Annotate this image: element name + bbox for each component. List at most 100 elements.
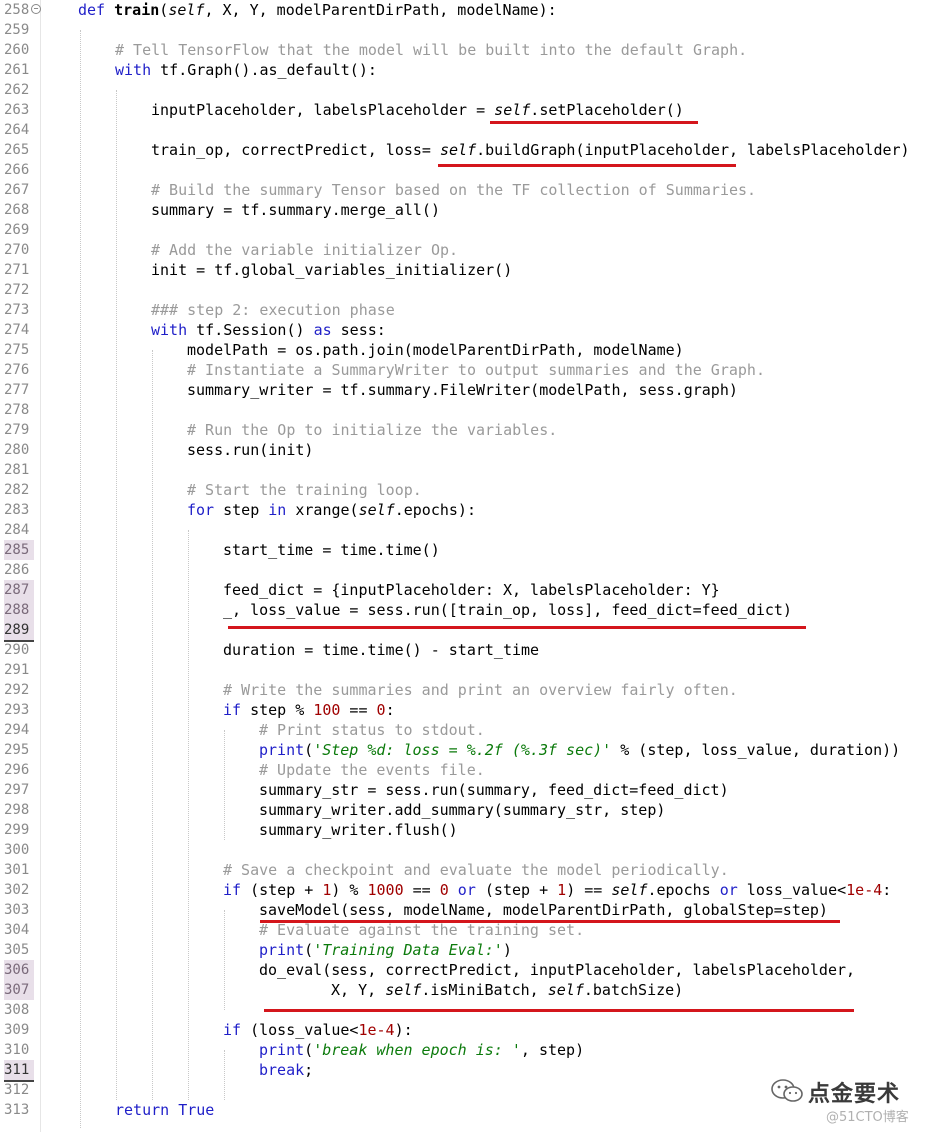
code-text: ( <box>159 1 169 19</box>
line-number: 299 <box>4 822 30 838</box>
code-line-271[interactable]: init = tf.global_variables_initializer() <box>151 260 512 280</box>
code-text: ): <box>394 1021 413 1039</box>
keyword: True <box>178 1101 215 1119</box>
self-keyword: self <box>611 881 648 899</box>
code-text: summary_writer.flush() <box>259 821 458 839</box>
keyword: or <box>448 881 476 899</box>
line-number: 283 <box>4 502 30 518</box>
line-number: 289 <box>4 620 34 642</box>
code-text: == <box>403 881 440 899</box>
code-line-299[interactable]: summary_writer.flush() <box>259 820 458 840</box>
code-line-294[interactable]: # Print status to stdout. <box>259 720 485 740</box>
comment: # Run the Op to initialize the variables… <box>187 421 558 439</box>
code-text: sess: <box>331 321 386 339</box>
line-number: 269 <box>4 222 30 238</box>
self-keyword: self <box>547 981 584 999</box>
line-number: 285 <box>4 540 34 560</box>
code-line-261[interactable]: with tf.Graph().as_default(): <box>115 60 377 80</box>
code-line-273[interactable]: ### step 2: execution phase <box>151 300 395 320</box>
code-line-306[interactable]: do_eval(sess, correctPredict, inputPlace… <box>259 960 855 980</box>
self-keyword: self <box>494 101 531 119</box>
code-line-304[interactable]: # Evaluate against the training set. <box>259 920 584 940</box>
code-line-263[interactable]: inputPlaceholder, labelsPlaceholder = se… <box>151 100 684 120</box>
code-line-260[interactable]: # Tell TensorFlow that the model will be… <box>115 40 747 60</box>
line-number: 263 <box>4 102 30 118</box>
line-number: 308 <box>4 1002 30 1018</box>
highlight-underline <box>438 164 736 167</box>
code-line-285[interactable]: start_time = time.time() <box>223 540 440 560</box>
watermark: 点金要术 @51CTO博客 <box>770 1074 930 1130</box>
line-number: 307 <box>4 980 34 1000</box>
line-number: 297 <box>4 782 30 798</box>
code-text: inputPlaceholder, labelsPlaceholder = <box>151 101 495 119</box>
code-line-268[interactable]: summary = tf.summary.merge_all() <box>151 200 440 220</box>
code-line-279[interactable]: # Run the Op to initialize the variables… <box>187 420 557 440</box>
code-line-303[interactable]: saveModel(sess, modelName, modelParentDi… <box>259 900 828 920</box>
code-text: == <box>340 701 377 719</box>
comment: # Tell TensorFlow that the model will be… <box>115 41 748 59</box>
self-keyword: self <box>385 981 422 999</box>
comment: ### step 2: execution phase <box>151 301 395 319</box>
self-keyword: self <box>168 1 205 19</box>
line-number: 312 <box>4 1082 30 1098</box>
code-line-265[interactable]: train_op, correctPredict, loss= self.bui… <box>151 140 910 160</box>
code-text: loss_value< <box>737 881 847 899</box>
code-line-275[interactable]: modelPath = os.path.join(modelParentDirP… <box>187 340 684 360</box>
number-literal: 1000 <box>367 881 404 899</box>
watermark-title: 点金要术 <box>808 1082 901 1107</box>
code-line-287[interactable]: feed_dict = {inputPlaceholder: X, labels… <box>223 580 720 600</box>
code-text: : <box>882 881 892 899</box>
watermark-subtitle: @51CTO博客 <box>826 1110 909 1125</box>
highlight-underline <box>490 121 698 124</box>
comment: # Print status to stdout. <box>259 721 485 739</box>
number-literal: 0 <box>376 701 386 719</box>
code-text: tf.Graph().as_default(): <box>151 61 377 79</box>
line-number: 295 <box>4 742 30 758</box>
code-editor[interactable]: − 258 259 260 261 262 263 264 265 266 267 268 269 27… <box>0 0 932 1132</box>
code-text: duration = time.time() - start_time <box>223 641 540 659</box>
code-line-298[interactable]: summary_writer.add_summary(summary_str, … <box>259 800 665 820</box>
code-text: % (step, loss_value, duration)) <box>611 741 901 759</box>
code-line-293[interactable]: if step % 100 == 0: <box>223 700 395 720</box>
self-keyword: self <box>439 141 477 159</box>
code-text: saveModel(sess, modelName, modelParentDi… <box>259 901 828 919</box>
code-line-310[interactable]: print('break when epoch is: ', step) <box>259 1040 584 1060</box>
code-line-270[interactable]: # Add the variable initializer Op. <box>151 240 458 260</box>
code-text: tf.Session() <box>187 321 314 339</box>
code-line-309[interactable]: if (loss_value<1e-4): <box>223 1020 413 1040</box>
code-line-297[interactable]: summary_str = sess.run(summary, feed_dic… <box>259 780 729 800</box>
line-number: 270 <box>4 242 30 258</box>
code-line-305[interactable]: print('Training Data Eval:') <box>259 940 512 960</box>
code-line-301[interactable]: # Save a checkpoint and evaluate the mod… <box>223 860 729 880</box>
code-line-267[interactable]: # Build the summary Tensor based on the … <box>151 180 756 200</box>
code-line-311[interactable]: break; <box>259 1060 313 1080</box>
keyword: with <box>115 61 152 79</box>
code-line-280[interactable]: sess.run(init) <box>187 440 313 460</box>
code-line-313[interactable]: return True <box>115 1100 214 1120</box>
indent-guide <box>116 90 117 1100</box>
code-text: start_time = time.time() <box>223 541 440 559</box>
indent-guide <box>188 530 189 1100</box>
comment: # Build the summary Tensor based on the … <box>151 181 757 199</box>
line-number: 272 <box>4 282 30 298</box>
code-line-283[interactable]: for step in xrange(self.epochs): <box>187 500 476 520</box>
code-line-296[interactable]: # Update the events file. <box>259 760 485 780</box>
code-line-292[interactable]: # Write the summaries and print an overv… <box>223 680 738 700</box>
line-number: 298 <box>4 802 30 818</box>
line-number: 287 <box>4 580 34 600</box>
code-line-276[interactable]: # Instantiate a SummaryWriter to output … <box>187 360 765 380</box>
code-line-282[interactable]: # Start the training loop. <box>187 480 422 500</box>
code-line-290[interactable]: duration = time.time() - start_time <box>223 640 539 660</box>
code-text: (step + <box>241 881 323 899</box>
code-line-302[interactable]: if (step + 1) % 1000 == 0 or (step + 1) … <box>223 880 891 900</box>
code-line-295[interactable]: print('Step %d: loss = %.2f (%.3f sec)' … <box>259 740 900 760</box>
line-number: 273 <box>4 302 30 318</box>
code-line-274[interactable]: with tf.Session() as sess: <box>151 320 386 340</box>
code-line-258[interactable]: def train(self, X, Y, modelParentDirPath… <box>78 0 557 20</box>
code-text: ) == <box>566 881 612 899</box>
code-line-277[interactable]: summary_writer = tf.summary.FileWriter(m… <box>187 380 738 400</box>
code-line-307[interactable]: X, Y, self.isMiniBatch, self.batchSize) <box>331 980 683 1000</box>
code-line-288[interactable]: _, loss_value = sess.run([train_op, loss… <box>223 600 792 620</box>
line-number-gutter: − 258 259 260 261 262 263 264 265 266 267 268 269 27… <box>0 0 41 1132</box>
code-text: do_eval(sess, correctPredict, inputPlace… <box>259 961 856 979</box>
